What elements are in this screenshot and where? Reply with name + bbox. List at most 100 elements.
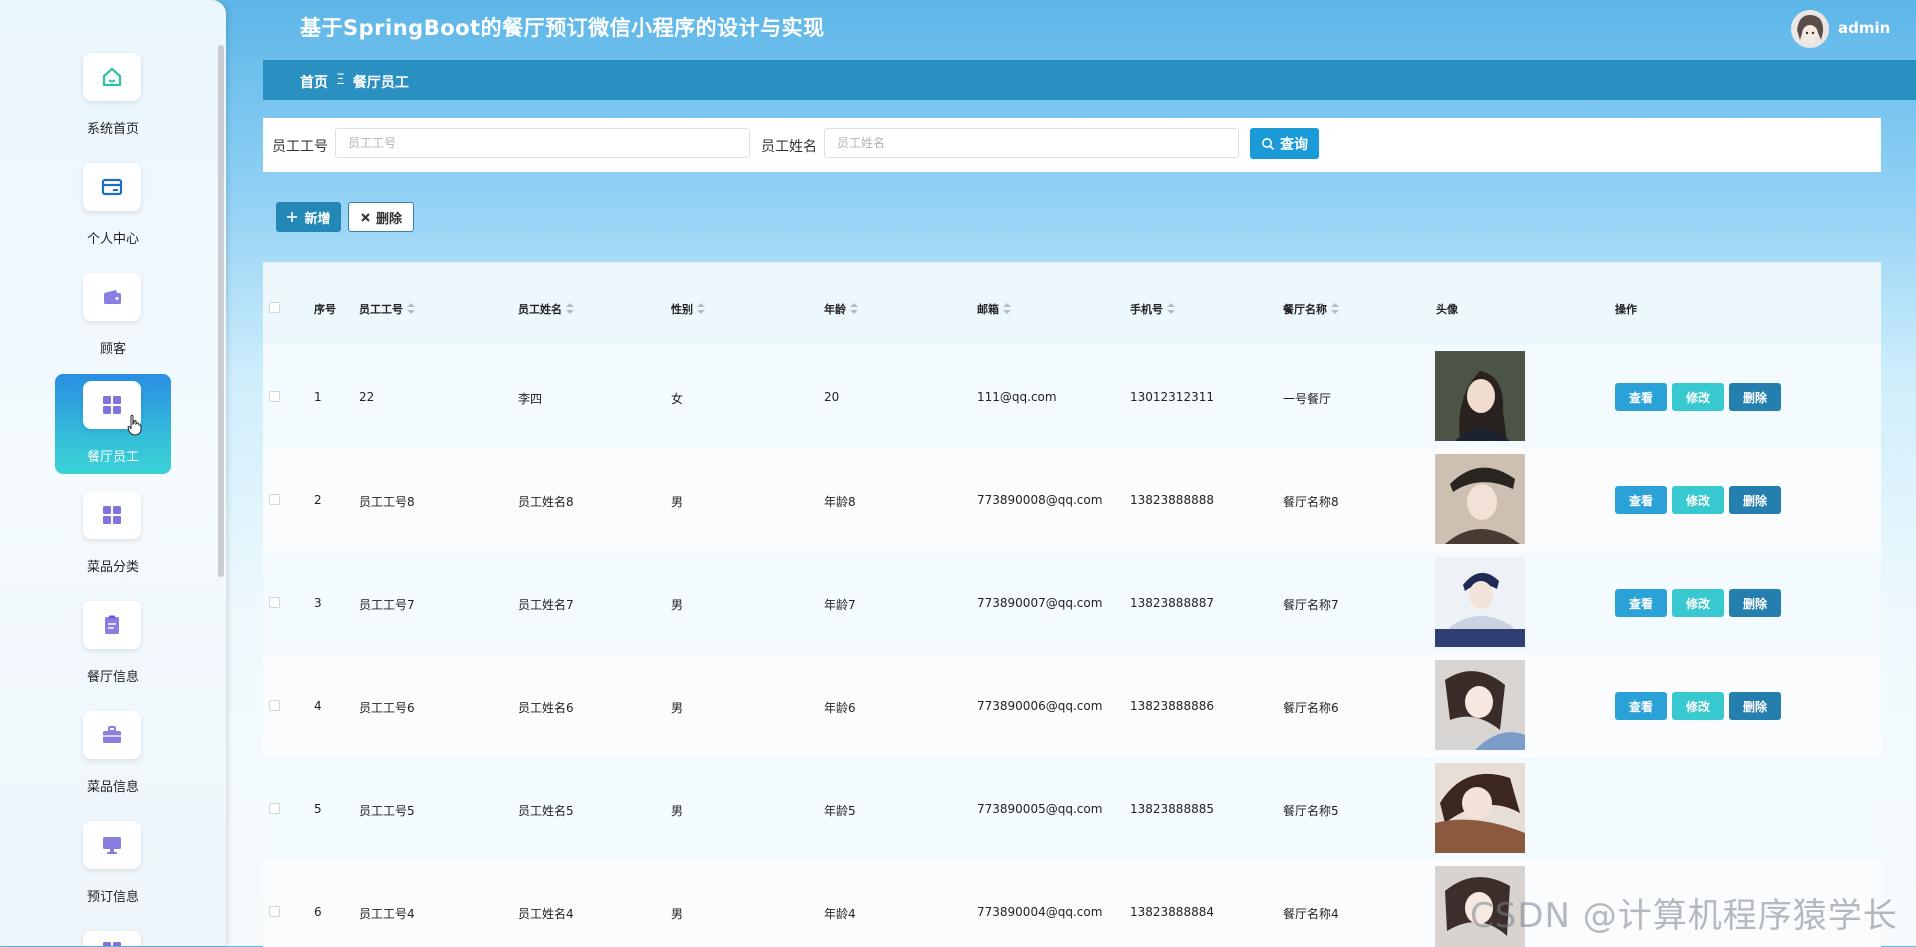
sort-icon[interactable] — [407, 303, 415, 315]
header-emp-no[interactable]: 员工工号 — [359, 301, 415, 317]
sidebar-item-label: 菜品分类 — [86, 560, 139, 575]
header-ops: 操作 — [1615, 303, 1637, 316]
add-button-label: 新增 — [304, 211, 331, 227]
view-button[interactable]: 查看 — [1615, 383, 1667, 411]
row-checkbox[interactable] — [269, 391, 280, 402]
sidebar-item-label: 餐厅员工 — [86, 450, 139, 465]
cell-email: 773890006@qq.com — [977, 699, 1103, 713]
row-checkbox[interactable] — [269, 700, 280, 711]
reservations-tile — [83, 821, 141, 869]
select-all-checkbox[interactable] — [269, 302, 280, 313]
user-avatar[interactable] — [1791, 10, 1829, 48]
table-row: 3 员工工号7 员工姓名7 男 年龄7 773890007@qq.com 138… — [263, 551, 1881, 654]
edit-button[interactable]: 修改 — [1672, 486, 1724, 514]
sort-icon[interactable] — [697, 303, 705, 315]
row-checkbox[interactable] — [269, 494, 280, 505]
cell-email: 773890004@qq.com — [977, 905, 1103, 919]
header-restaurant[interactable]: 餐厅名称 — [1283, 301, 1339, 317]
cell-restaurant: 餐厅名称8 — [1283, 495, 1339, 509]
sort-icon[interactable] — [1331, 303, 1339, 315]
header-emp-name[interactable]: 员工姓名 — [518, 301, 574, 317]
cell-restaurant: 一号餐厅 — [1283, 392, 1332, 406]
card-icon — [101, 178, 123, 196]
emp-no-input[interactable] — [335, 128, 750, 158]
cell-emp-no: 员工工号6 — [359, 701, 415, 715]
row-checkbox[interactable] — [269, 906, 280, 917]
breadcrumb-home[interactable]: 首页 — [300, 72, 328, 92]
sidebar-item-dish-category[interactable]: 菜品分类 — [55, 484, 171, 584]
table-body: 1 22 李四 女 20 111@qq.com 13012312311 一号餐厅… — [263, 345, 1881, 947]
more-tile — [83, 931, 141, 946]
row-checkbox[interactable] — [269, 597, 280, 608]
cell-emp-name: 李四 — [518, 392, 543, 406]
sort-icon[interactable] — [1003, 303, 1011, 315]
watermark: CSDN @计算机程序猿学长 — [1470, 896, 1898, 936]
cell-age: 年龄8 — [824, 495, 856, 509]
table-header: 序号 员工工号 员工姓名 性别 年龄 邮箱 手机号 餐厅名称 头像 操作 — [263, 263, 1881, 345]
delete-button[interactable]: 删除 — [1729, 692, 1781, 720]
view-button[interactable]: 查看 — [1615, 589, 1667, 617]
cell-phone: 13823888884 — [1130, 905, 1214, 919]
sidebar-item-staff[interactable]: 餐厅员工 — [55, 374, 171, 474]
edit-button[interactable]: 修改 — [1672, 589, 1724, 617]
query-button[interactable]: 查询 — [1250, 128, 1319, 159]
breadcrumb-bar: 首页 Ξ 餐厅员工 — [263, 60, 1916, 100]
header-email[interactable]: 邮箱 — [977, 301, 1011, 317]
sidebar-item-label: 个人中心 — [86, 232, 139, 247]
delete-button[interactable]: 删除 — [1729, 589, 1781, 617]
profile-tile — [83, 163, 141, 211]
sidebar-item-label: 系统首页 — [86, 122, 139, 137]
plus-icon — [287, 212, 298, 222]
row-checkbox[interactable] — [269, 803, 280, 814]
view-button[interactable]: 查看 — [1615, 692, 1667, 720]
customers-tile — [83, 273, 141, 321]
header-phone[interactable]: 手机号 — [1130, 301, 1175, 317]
add-button[interactable]: 新增 — [276, 202, 341, 232]
delete-button[interactable]: 删除 — [1729, 383, 1781, 411]
batch-delete-button[interactable]: 删除 — [348, 202, 414, 232]
sidebar-item-restaurant-info[interactable]: 餐厅信息 — [55, 594, 171, 694]
staff-photo — [1435, 557, 1525, 647]
sort-icon[interactable] — [850, 303, 858, 315]
staff-photo — [1435, 763, 1525, 853]
clipboard-icon — [105, 615, 119, 634]
grid-icon — [103, 942, 121, 946]
cell-age: 年龄6 — [824, 701, 856, 715]
cell-phone: 13823888888 — [1130, 493, 1214, 507]
table-row: 1 22 李四 女 20 111@qq.com 13012312311 一号餐厅… — [263, 345, 1881, 448]
wallet-icon — [104, 290, 121, 304]
sidebar-item-reservations[interactable]: 预订信息 — [55, 814, 171, 914]
sidebar-scrollbar[interactable] — [218, 45, 224, 577]
edit-button[interactable]: 修改 — [1672, 692, 1724, 720]
header-index: 序号 — [314, 303, 336, 316]
header-age[interactable]: 年龄 — [824, 301, 858, 317]
cell-index: 1 — [314, 390, 322, 404]
batch-delete-button-label: 删除 — [375, 211, 402, 227]
search-panel: 员工工号 员工姓名 查询 — [263, 118, 1881, 172]
header-gender[interactable]: 性别 — [671, 301, 705, 317]
delete-button[interactable]: 删除 — [1729, 486, 1781, 514]
cell-gender: 男 — [671, 804, 684, 818]
sort-icon[interactable] — [566, 303, 574, 315]
sidebar-item-customers[interactable]: 顾客 — [55, 266, 171, 366]
cell-gender: 男 — [671, 701, 684, 715]
cell-emp-no: 员工工号4 — [359, 907, 415, 921]
breadcrumb-current: 餐厅员工 — [352, 75, 409, 91]
sidebar-item-dish-info[interactable]: 菜品信息 — [55, 704, 171, 804]
staff-photo — [1435, 454, 1525, 544]
emp-name-input[interactable] — [824, 128, 1239, 158]
edit-button[interactable]: 修改 — [1672, 383, 1724, 411]
sort-icon[interactable] — [1167, 303, 1175, 315]
table-row: 2 员工工号8 员工姓名8 男 年龄8 773890008@qq.com 138… — [263, 448, 1881, 551]
cell-email: 773890007@qq.com — [977, 596, 1103, 610]
cell-age: 年龄7 — [824, 598, 856, 612]
view-button[interactable]: 查看 — [1615, 486, 1667, 514]
sidebar-item-profile[interactable]: 个人中心 — [55, 156, 171, 256]
cell-phone: 13012312311 — [1130, 390, 1214, 404]
dish-info-tile — [83, 711, 141, 759]
sidebar-item-more[interactable] — [55, 924, 171, 946]
username[interactable]: admin — [1838, 19, 1890, 37]
cell-emp-name: 员工姓名8 — [518, 495, 574, 509]
app-title: 基于SpringBoot的餐厅预订微信小程序的设计与实现 — [300, 16, 825, 40]
sidebar-item-home[interactable]: 系统首页 — [55, 46, 171, 146]
